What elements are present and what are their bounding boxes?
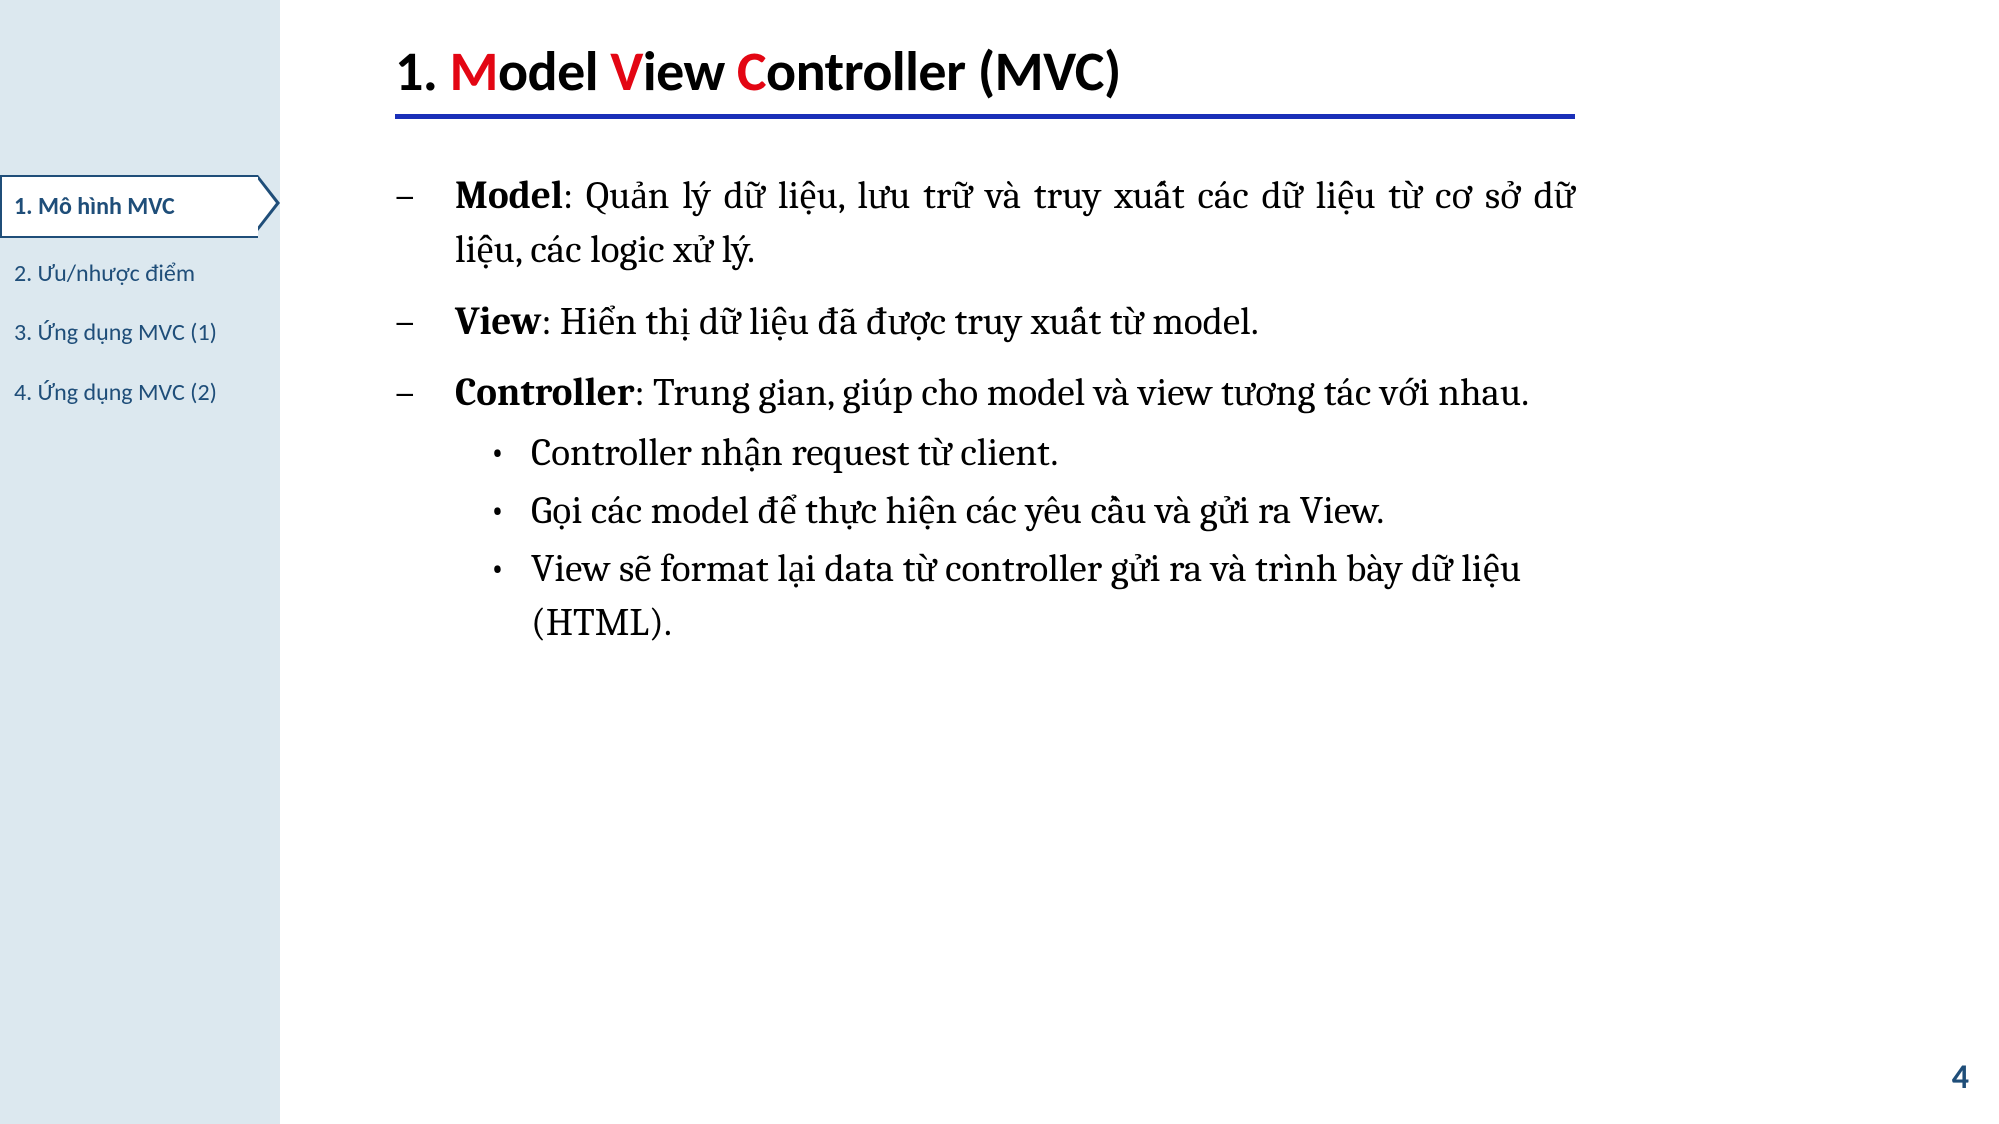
title-underline: [395, 114, 1575, 119]
content-area: 1. Model View Controller (MVC) Model: Qu…: [395, 38, 1575, 668]
text-view: : Hiển thị dữ liệu đã được truy xuất từ …: [541, 299, 1258, 344]
text-model: : Quản lý dữ liệu, lưu trữ và truy xuất …: [455, 173, 1575, 272]
body-text: Model: Quản lý dữ liệu, lưu trữ và truy …: [395, 169, 1575, 650]
list-item: View: Hiển thị dữ liệu đã được truy xuất…: [395, 295, 1575, 349]
definition-list: Model: Quản lý dữ liệu, lưu trữ và truy …: [395, 169, 1575, 650]
title-view-rest: iew: [643, 38, 737, 106]
title-letter-m: M: [450, 38, 498, 106]
list-item: Gọi các model để thực hiện các yêu cầu v…: [485, 484, 1575, 538]
title-letter-c: C: [737, 38, 766, 106]
sub-list: Controller nhận request từ client. Gọi c…: [455, 426, 1575, 649]
sidebar-item-ung-dung-mvc-2[interactable]: 4. Ứng dụng MVC (2): [0, 363, 280, 422]
title-model-rest: odel: [498, 38, 610, 106]
sidebar-item-uu-nhuoc-diem[interactable]: 2. Ưu/nhược điểm: [0, 244, 280, 303]
list-item: Model: Quản lý dữ liệu, lưu trữ và truy …: [395, 169, 1575, 277]
sidebar-nav: 1. Mô hình MVC 2. Ưu/nhược điểm 3. Ứng d…: [0, 175, 280, 422]
slide: 1. Mô hình MVC 2. Ưu/nhược điểm 3. Ứng d…: [0, 0, 1999, 1124]
sidebar-item-ung-dung-mvc-1[interactable]: 3. Ứng dụng MVC (1): [0, 303, 280, 362]
term-view: View: [455, 299, 541, 344]
title-letter-v: V: [610, 38, 643, 106]
list-item: Controller nhận request từ client.: [485, 426, 1575, 480]
sidebar: 1. Mô hình MVC 2. Ưu/nhược điểm 3. Ứng d…: [0, 0, 280, 1124]
term-controller: Controller: [455, 370, 634, 415]
list-item: Controller: Trung gian, giúp cho model v…: [395, 366, 1575, 649]
list-item: View sẽ format lại data từ controller gử…: [485, 542, 1575, 650]
page-number: 4: [1952, 1057, 1969, 1098]
text-controller: : Trung gian, giúp cho model và view tươ…: [634, 370, 1529, 415]
sidebar-item-mo-hinh-mvc[interactable]: 1. Mô hình MVC: [0, 175, 258, 238]
title-prefix: 1.: [395, 38, 450, 106]
term-model: Model: [455, 173, 563, 218]
page-title: 1. Model View Controller (MVC): [395, 38, 1575, 106]
title-controller-rest: ontroller (MVC): [766, 38, 1121, 106]
